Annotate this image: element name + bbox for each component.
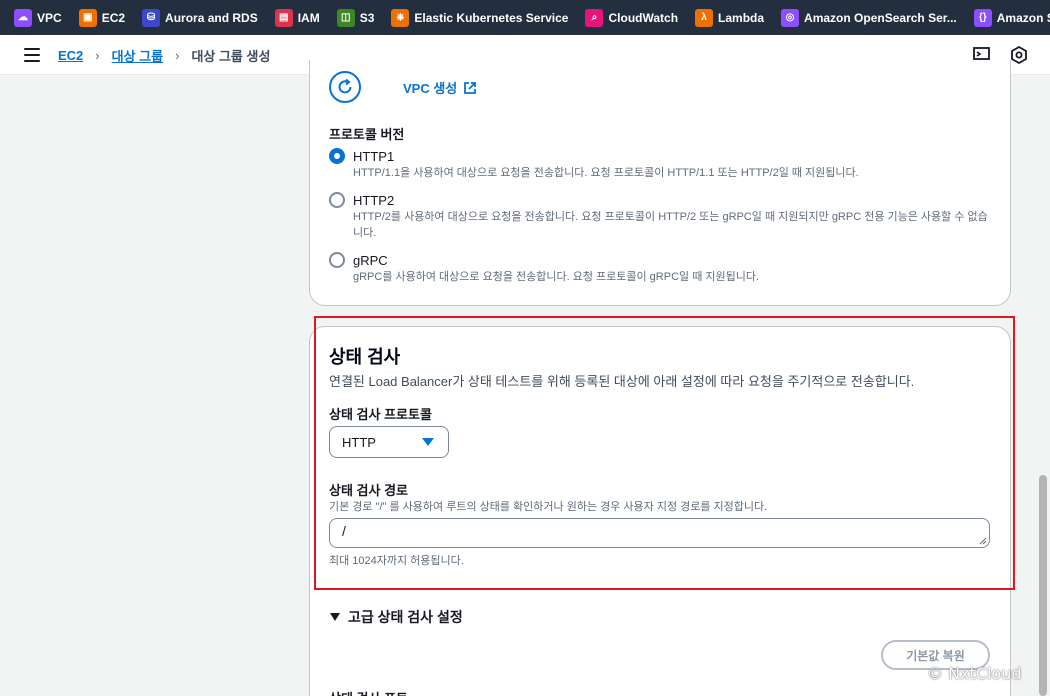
service-label: Amazon Sa	[996, 10, 1050, 25]
http2-title: HTTP2	[353, 193, 395, 208]
opensearch-icon: ◎	[781, 8, 800, 27]
http1-title: HTTP1	[353, 149, 395, 164]
service-rds[interactable]: ⛁ Aurora and RDS	[142, 8, 258, 27]
service-label: Lambda	[718, 10, 765, 25]
service-lambda[interactable]: λ Lambda	[695, 8, 765, 27]
service-ec2[interactable]: ▣ EC2	[78, 8, 126, 27]
service-label: Elastic Kubernetes Service	[414, 10, 569, 25]
service-iam[interactable]: ▤ IAM	[274, 8, 320, 27]
watermark: © NxtCloud	[927, 664, 1022, 683]
breadcrumb: EC2 › 대상 그룹 › 대상 그룹 생성	[58, 46, 270, 65]
breadcrumb-current: 대상 그룹 생성	[191, 49, 271, 64]
external-link-icon	[464, 81, 477, 94]
chevron-right-icon: ›	[95, 48, 100, 63]
service-s3[interactable]: ◫ S3	[336, 8, 375, 27]
health-check-port-label: 상태 검사 포트	[329, 688, 408, 696]
create-vpc-label: VPC 생성	[403, 81, 458, 96]
s3-icon: ◫	[336, 8, 355, 27]
service-label: Aurora and RDS	[165, 10, 258, 25]
service-label: VPC	[37, 10, 62, 25]
service-label: CloudWatch	[608, 10, 679, 25]
caret-down-icon	[330, 613, 340, 621]
sagemaker-icon: {}	[973, 8, 992, 27]
cloudwatch-icon: ⌕	[585, 8, 604, 27]
ec2-icon: ▣	[78, 8, 97, 27]
service-label: EC2	[101, 10, 126, 25]
service-favorites-bar: ☁ VPC ▣ EC2 ⛁ Aurora and RDS ▤ IAM ◫ S3 …	[0, 0, 1050, 35]
settings-hex-icon[interactable]	[1009, 45, 1029, 65]
service-eks[interactable]: ⎈ Elastic Kubernetes Service	[391, 8, 569, 27]
scrollbar-thumb[interactable]	[1039, 475, 1047, 696]
grpc-desc: gRPC를 사용하여 대상으로 요청을 전송합니다. 요청 프로토콜이 gRPC…	[353, 271, 760, 283]
highlight-box	[314, 316, 1015, 590]
lambda-icon: λ	[695, 8, 714, 27]
iam-icon: ▤	[274, 8, 293, 27]
radio-grpc[interactable]	[329, 252, 345, 268]
service-cloudwatch[interactable]: ⌕ CloudWatch	[585, 8, 679, 27]
service-label: IAM	[297, 10, 320, 25]
advanced-health-check-toggle[interactable]: 고급 상태 검사 설정	[330, 607, 463, 627]
advanced-health-check-label: 고급 상태 검사 설정	[348, 609, 463, 625]
service-label: Amazon OpenSearch Ser...	[804, 10, 957, 25]
eks-icon: ⎈	[391, 8, 410, 27]
vpc-icon: ☁	[14, 8, 32, 27]
chevron-right-icon: ›	[175, 48, 180, 63]
service-vpc[interactable]: ☁ VPC	[14, 8, 62, 27]
http2-desc: HTTP/2를 사용하여 대상으로 요청을 전송합니다. 요청 프로토콜이 HT…	[353, 211, 988, 239]
breadcrumb-target-groups[interactable]: 대상 그룹	[112, 46, 163, 65]
breadcrumb-ec2[interactable]: EC2	[58, 48, 83, 63]
service-label: S3	[359, 10, 375, 25]
create-vpc-link[interactable]: VPC 생성	[403, 78, 477, 97]
http1-desc: HTTP/1.1을 사용하여 대상으로 요청을 전송합니다. 요청 프로토콜이 …	[353, 167, 859, 179]
refresh-icon	[338, 78, 352, 94]
service-opensearch[interactable]: ◎ Amazon OpenSearch Ser...	[781, 8, 957, 27]
protocol-version-label: 프로토콜 버전	[329, 127, 405, 142]
service-sagemaker[interactable]: {} Amazon Sa	[973, 8, 1050, 27]
refresh-vpc-button[interactable]	[329, 71, 361, 103]
menu-icon[interactable]	[24, 48, 40, 62]
grpc-title: gRPC	[353, 253, 388, 268]
radio-http1[interactable]	[329, 148, 345, 164]
radio-http2[interactable]	[329, 192, 345, 208]
rds-icon: ⛁	[142, 8, 161, 27]
